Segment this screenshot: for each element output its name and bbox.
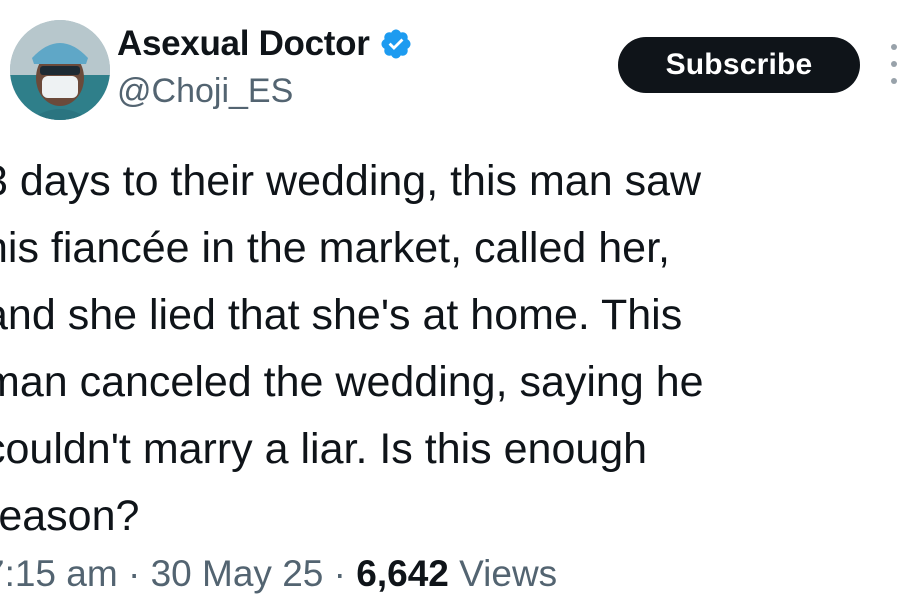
tweet-time[interactable]: 7:15 am (0, 553, 118, 594)
author-handle[interactable]: @Choji_ES (117, 72, 293, 111)
author-avatar[interactable] (10, 20, 110, 120)
meta-separator: · (117, 553, 151, 594)
tweet-text-line: reason? (0, 492, 140, 540)
tweet-date[interactable]: 30 May 25 (151, 553, 324, 594)
tweet-text-line: and she lied that she's at home. This (0, 291, 683, 339)
avatar-image (10, 20, 110, 120)
more-options-icon[interactable] (887, 44, 901, 84)
tweet-text-line: man canceled the wedding, saying he (0, 358, 704, 406)
tweet-card: Asexual Doctor @Choji_ES Subscribe 3 day… (0, 0, 905, 613)
views-count: 6,642 (356, 553, 449, 594)
subscribe-button[interactable]: Subscribe (618, 37, 860, 93)
more-dot (891, 78, 897, 84)
tweet-text: 3 days to their wedding, this man saw hi… (0, 148, 884, 550)
verified-badge-icon (379, 27, 413, 61)
author-display-name[interactable]: Asexual Doctor (117, 24, 370, 64)
tweet-meta: 7:15 am · 30 May 25 · 6,642 Views (0, 553, 557, 595)
tweet-text-line: his fiancée in the market, called her, (0, 224, 670, 272)
tweet-text-line: couldn't marry a liar. Is this enough (0, 425, 648, 473)
author-name-row: Asexual Doctor (117, 22, 413, 66)
tweet-text-line: 3 days to their wedding, this man saw (0, 157, 702, 205)
more-dot (891, 61, 897, 67)
more-dot (891, 44, 897, 50)
meta-separator: · (323, 553, 357, 594)
views-label: Views (459, 553, 558, 594)
